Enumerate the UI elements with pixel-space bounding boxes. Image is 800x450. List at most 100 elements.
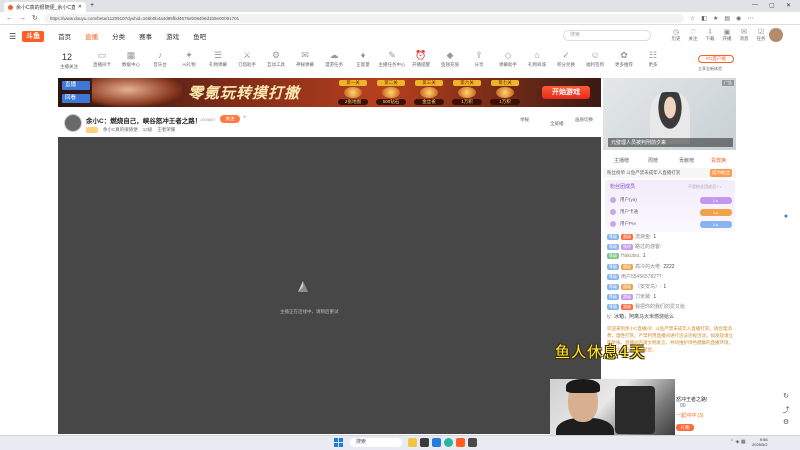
category-item[interactable]: ⚔ 刀塔助手 [233, 50, 261, 68]
nav-category[interactable]: 分类 [112, 31, 125, 41]
chat-username[interactable]: 我把你的我们的爱又给 [635, 303, 685, 310]
app-icon[interactable] [468, 438, 477, 447]
reload-icon[interactable]: ↻ [32, 14, 38, 22]
close-tab-icon[interactable]: ✕ [78, 4, 82, 10]
gear-icon[interactable]: ⚙ [781, 418, 791, 428]
fan-row[interactable]: 用户(ya) [610, 197, 637, 203]
back-icon[interactable]: ← [6, 15, 13, 22]
url-field[interactable]: https://www.douyu.com/beta/11209107dyshi… [43, 13, 684, 23]
favorites-icon[interactable]: ★ [713, 15, 718, 22]
browser-tab[interactable]: 余小C真的很随便_余小C直播间 ✕ [4, 2, 86, 12]
chat-message[interactable]: 等级 Hakutsu: 1 [607, 253, 735, 259]
gift-button[interactable]: 礼物 [676, 424, 694, 431]
chat-message[interactable]: ly: 冰箱，阿离马大米燃烧给么 [607, 313, 735, 321]
fans-more-link[interactable]: 不是粉丝团成员? > [688, 184, 722, 190]
nav-games[interactable]: 游戏 [166, 31, 179, 41]
category-item[interactable]: ✓ 积分兑换 [552, 50, 580, 68]
chat-username[interactable]: Hakutsu: [621, 253, 641, 259]
refresh-icon[interactable]: ↻ [781, 392, 791, 402]
category-item[interactable]: ◇ 弹幕助手 [494, 50, 522, 68]
chat-username[interactable]: 用户554565782??: [621, 273, 663, 280]
search-input[interactable]: 搜索 [563, 30, 651, 41]
chat-username[interactable]: 路过的游客: [635, 243, 661, 250]
chat-username[interactable]: 高冷的大佬: [635, 263, 661, 270]
category-item[interactable]: ⇪ 分享 [465, 50, 493, 68]
nav-fishbar[interactable]: 鱼吧 [193, 31, 206, 41]
category-item[interactable]: ✦ AI礼物 [175, 50, 203, 68]
maximize-button[interactable]: ▢ [769, 2, 775, 9]
fan-row[interactable]: 用户Pre [610, 221, 636, 227]
category-item[interactable]: ✉ 神秘弹幕 [291, 50, 319, 68]
chat-message[interactable]: 等级 超级 （安安鸟）: 1 [607, 283, 735, 290]
category-item[interactable]: ▦ 数据中心 [117, 50, 145, 68]
minimize-button[interactable]: — [752, 2, 758, 8]
banner-live-button[interactable]: 直播 [62, 81, 90, 90]
assistant-icon[interactable]: ● [781, 213, 791, 223]
category-item[interactable]: ♪ 音乐台 [146, 50, 174, 68]
tab-week-rank[interactable]: 周榜 [648, 157, 658, 164]
star-icon[interactable]: ☆ [690, 15, 695, 22]
chat-username[interactable]: 流浪鱼: [635, 233, 651, 240]
forward-icon[interactable]: → [19, 15, 26, 22]
follow-count[interactable]: 12 [62, 52, 72, 62]
windows-start-icon[interactable] [334, 438, 343, 447]
tab-vip[interactable]: 贵宾席 [711, 157, 726, 164]
close-window-button[interactable]: ✕ [786, 2, 791, 9]
category-item[interactable]: ☁ 漫游任务 [320, 50, 348, 68]
collections-icon[interactable]: ▤ [724, 15, 730, 22]
share-icon[interactable]: ⤴ [781, 405, 791, 415]
chat-message[interactable]: 等级 超级 流浪鱼: 1 [607, 233, 735, 240]
category-item[interactable]: ▭ 直播间卡 [88, 50, 116, 68]
edge-icon[interactable] [444, 438, 453, 447]
douyu-app-icon[interactable] [456, 438, 465, 447]
become-fan-button[interactable]: 成为粉丝 [710, 169, 732, 177]
fan-row[interactable]: 用户卡通 [610, 209, 638, 215]
category-item[interactable]: ♦ 正能量 [349, 50, 377, 68]
menu-icon[interactable]: ☰ [9, 32, 16, 41]
category-item[interactable]: ✿ 更多推荐 [610, 50, 638, 68]
start-game-button[interactable]: 开始游戏 [542, 86, 590, 99]
terminal-icon[interactable] [420, 438, 429, 447]
header-task[interactable]: ☑ 任务 [751, 28, 771, 42]
taskbar-search[interactable]: 搜索 [350, 438, 402, 447]
douyu-logo[interactable]: 斗鱼 [22, 30, 45, 42]
chat-message[interactable]: 等级 超级 我把你的我们的爱又给 [607, 303, 735, 310]
tab-contribution[interactable]: 贡献榜 [679, 157, 694, 164]
category-item[interactable]: ✎ 主播任务中心 [378, 50, 406, 68]
chat-message[interactable]: 等级 超级 刀米装: 1 [607, 293, 735, 300]
report-button[interactable]: 举报 [520, 117, 529, 123]
profile-icon[interactable]: ◉ [736, 15, 741, 22]
follow-button[interactable]: 关注 [220, 115, 240, 123]
category-item[interactable]: ☷ 更多 [639, 50, 667, 68]
extensions-icon[interactable]: ◧ [701, 15, 707, 22]
new-tab-button[interactable]: + [90, 2, 94, 9]
banner-prize[interactable]: 第六关 1万积 [450, 80, 484, 106]
banner-prize[interactable]: 第七关 1万积 [488, 80, 522, 106]
chat-username[interactable]: （安安鸟）: [635, 283, 661, 290]
category-item[interactable]: ⚙ 互动工具 [262, 50, 290, 68]
category-item[interactable]: ⌂ 礼物商城 [523, 50, 551, 68]
category-item[interactable]: ☰ 礼物弹幕 [204, 50, 232, 68]
fullscreen-button[interactable]: 全屏播 [550, 121, 564, 127]
anchor-name[interactable]: 余小C真的很随便 [103, 127, 138, 133]
store-icon[interactable] [432, 438, 441, 447]
banner-replay-button[interactable]: 回看 [62, 94, 90, 103]
add-icon[interactable]: + [243, 115, 247, 121]
banner-prize[interactable]: 第三关 金丝雀 [412, 80, 446, 106]
chat-username[interactable]: 刀米装: [635, 293, 651, 300]
tray-icons[interactable]: ⌃ ◈ ▦ [730, 439, 746, 445]
clock[interactable]: 9:56 2025/5/2 [752, 437, 768, 447]
room-tag-game[interactable]: 王者荣耀 [157, 127, 175, 133]
banner-prize[interactable]: 第一关 2张地图 [336, 80, 370, 106]
chat-message[interactable]: 等级 用户554565782??: [607, 273, 735, 280]
chat-username[interactable]: ly: [607, 314, 612, 320]
tab-anchor-rank[interactable]: 主播榜 [614, 157, 629, 164]
nav-home[interactable]: 首页 [58, 31, 71, 41]
category-item[interactable]: ☺ 福利签到 [581, 50, 609, 68]
category-item[interactable]: ◆ 鱼翅充值 [436, 50, 464, 68]
quality-button[interactable]: 画质切换 [575, 117, 593, 123]
nav-events[interactable]: 赛事 [139, 31, 152, 41]
chat-message[interactable]: 等级 超级 高冷的大佬: 2222 [607, 263, 735, 270]
more-icon[interactable]: ⋯ [747, 15, 753, 22]
video-player[interactable] [58, 137, 601, 434]
